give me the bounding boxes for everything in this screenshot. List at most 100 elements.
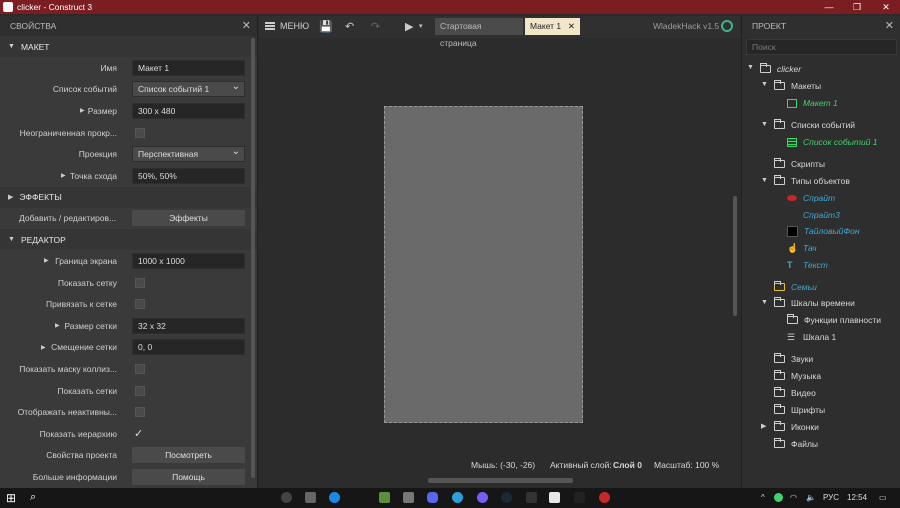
project-header: ПРОЕКТ ✕ <box>742 16 900 36</box>
calculator-icon[interactable] <box>305 492 316 503</box>
expand-arrow-icon[interactable]: ▼ <box>761 81 768 88</box>
tree-video[interactable]: Видео <box>774 386 816 400</box>
tree-scripts[interactable]: Скрипты <box>774 157 825 171</box>
tree-layouts[interactable]: Макеты <box>774 79 821 93</box>
tree-music[interactable]: Музыка <box>774 369 821 383</box>
close-window-button[interactable]: ✕ <box>872 0 900 14</box>
expand-arrow-icon[interactable]: ▶ <box>41 344 46 351</box>
tree-timeline-1[interactable]: ☰ Шкала 1 <box>787 330 836 344</box>
tree-icons[interactable]: Иконки <box>774 420 819 434</box>
tree-sounds[interactable]: Звуки <box>774 352 813 366</box>
expand-arrow-icon[interactable]: ▶ <box>80 107 85 114</box>
snap-grid-checkbox[interactable] <box>135 299 145 310</box>
tree-sprite3[interactable]: Спрайт3 <box>787 208 840 222</box>
expand-arrow-icon[interactable]: ▼ <box>747 64 754 71</box>
vanishing-point-field[interactable]: 50%, 50% <box>132 167 245 184</box>
prop-unbounded-scroll: Неограниченная прокр... <box>0 122 257 144</box>
close-tab-icon[interactable]: ✕ <box>568 18 575 35</box>
steam-icon[interactable] <box>501 492 512 503</box>
tree-layout-1[interactable]: Макет 1 <box>787 96 838 110</box>
clock[interactable]: 12:54 <box>847 493 867 502</box>
section-layout[interactable]: ▼ МАКЕТ <box>0 36 257 57</box>
tools-icon[interactable] <box>403 492 414 503</box>
expand-arrow-icon[interactable]: ▶ <box>761 422 766 430</box>
minimize-button[interactable]: — <box>815 0 843 14</box>
tree-tiledbg[interactable]: ТайловыйФон <box>787 224 860 238</box>
volume-icon[interactable]: 🔈 <box>806 493 816 502</box>
tree-families[interactable]: Семьи <box>774 280 817 294</box>
expand-arrow-icon[interactable]: ▼ <box>761 121 768 128</box>
tab-start-page[interactable]: Стартовая страница <box>435 18 523 48</box>
viber-icon[interactable] <box>477 492 488 503</box>
project-search-input[interactable]: Поиск <box>746 39 897 55</box>
grid-size-field[interactable]: 32 x 32 <box>132 317 245 334</box>
projection-select[interactable]: Перспективная <box>132 144 245 163</box>
unbounded-scroll-checkbox[interactable] <box>135 127 145 138</box>
size-field[interactable]: 300 x 480 <box>132 102 245 119</box>
edge-icon[interactable] <box>329 492 340 503</box>
search-icon[interactable]: ⌕ <box>30 491 36 504</box>
play-icon[interactable]: ▶ <box>405 20 413 33</box>
power-icon[interactable] <box>721 20 733 32</box>
screen-border-field[interactable]: 1000 x 1000 <box>132 252 245 269</box>
section-effects[interactable]: ▶ ЭФФЕКТЫ <box>0 186 257 208</box>
tree-fonts[interactable]: Шрифты <box>774 403 825 417</box>
properties-scrollbar[interactable] <box>251 38 255 478</box>
save-icon[interactable]: 💾 <box>319 20 333 33</box>
zoom-level: Масштаб: 100 % <box>654 460 720 470</box>
show-inactive-checkbox[interactable] <box>135 407 145 418</box>
notifications-icon[interactable]: ▭ <box>879 493 887 502</box>
section-editor[interactable]: ▼ РЕДАКТОР <box>0 229 257 251</box>
wifi-icon[interactable]: ◠ <box>790 493 797 502</box>
name-field[interactable]: Макет 1 <box>132 59 245 76</box>
prop-eventsheet: Список событий Список событий 1 <box>0 79 257 101</box>
expand-arrow-icon[interactable]: ▼ <box>761 299 768 306</box>
expand-arrow-icon[interactable]: ▶ <box>61 172 66 179</box>
grid-offset-field[interactable]: 0, 0 <box>132 339 245 356</box>
expand-arrow-icon[interactable]: ▶ <box>55 322 60 329</box>
maximize-button[interactable]: ❐ <box>843 0 871 14</box>
terminal-icon[interactable] <box>526 492 537 503</box>
eventsheet-select[interactable]: Список событий 1 <box>132 79 245 98</box>
tree-eventsheets[interactable]: Списки событий <box>774 118 855 132</box>
flash-icon[interactable] <box>574 492 585 503</box>
language-indicator[interactable]: РУС <box>823 493 839 502</box>
layout-vscrollbar[interactable] <box>733 196 737 316</box>
view-button[interactable]: Посмотреть <box>132 447 245 464</box>
tree-files[interactable]: Файлы <box>774 437 818 451</box>
tree-timelines[interactable]: Шкалы времени <box>774 296 855 310</box>
effects-button[interactable]: Эффекты <box>132 210 245 227</box>
redo-icon[interactable]: ↷ <box>371 20 380 33</box>
tree-touch[interactable]: ☝ Тач <box>787 241 817 255</box>
expand-arrow-icon[interactable]: ▶ <box>44 257 49 264</box>
tab-layout-1[interactable]: Макет 1 ✕ <box>525 18 580 35</box>
checkmark-icon[interactable]: ✓ <box>134 427 143 440</box>
tray-green-icon[interactable] <box>774 493 783 502</box>
windows-start-icon[interactable]: ⊞ <box>6 491 16 505</box>
menu-button[interactable]: МЕНЮ <box>265 21 309 31</box>
undo-icon[interactable]: ↶ <box>345 20 354 33</box>
play-dropdown-icon[interactable]: ▾ <box>419 22 423 30</box>
tree-sprite[interactable]: Спрайт <box>787 191 835 205</box>
layout-canvas[interactable] <box>384 106 583 423</box>
tree-eventsheet-1[interactable]: Список событий 1 <box>787 135 878 149</box>
tree-objecttypes[interactable]: Типы объектов <box>774 174 850 188</box>
tree-easing[interactable]: Функции плавности <box>787 313 881 327</box>
expand-arrow-icon[interactable]: ▼ <box>761 177 768 184</box>
telegram-icon[interactable] <box>452 492 463 503</box>
tray-arrow-icon[interactable]: ^ <box>761 493 765 502</box>
media-player-icon[interactable] <box>281 492 292 503</box>
collision-mask-checkbox[interactable] <box>135 363 145 374</box>
show-grid-checkbox[interactable] <box>135 277 145 288</box>
show-meshes-checkbox[interactable] <box>135 385 145 396</box>
tree-text[interactable]: T Текст <box>787 258 828 272</box>
layout-hscrollbar[interactable] <box>428 478 573 483</box>
close-project-icon[interactable]: ✕ <box>885 19 894 32</box>
record-icon[interactable] <box>599 492 610 503</box>
construct-taskbar-icon[interactable] <box>549 492 560 503</box>
tree-root[interactable]: clicker <box>760 62 801 76</box>
close-properties-icon[interactable]: ✕ <box>242 19 251 32</box>
minecraft-icon[interactable] <box>379 492 390 503</box>
help-button[interactable]: Помощь <box>132 468 245 485</box>
discord-icon[interactable] <box>427 492 438 503</box>
